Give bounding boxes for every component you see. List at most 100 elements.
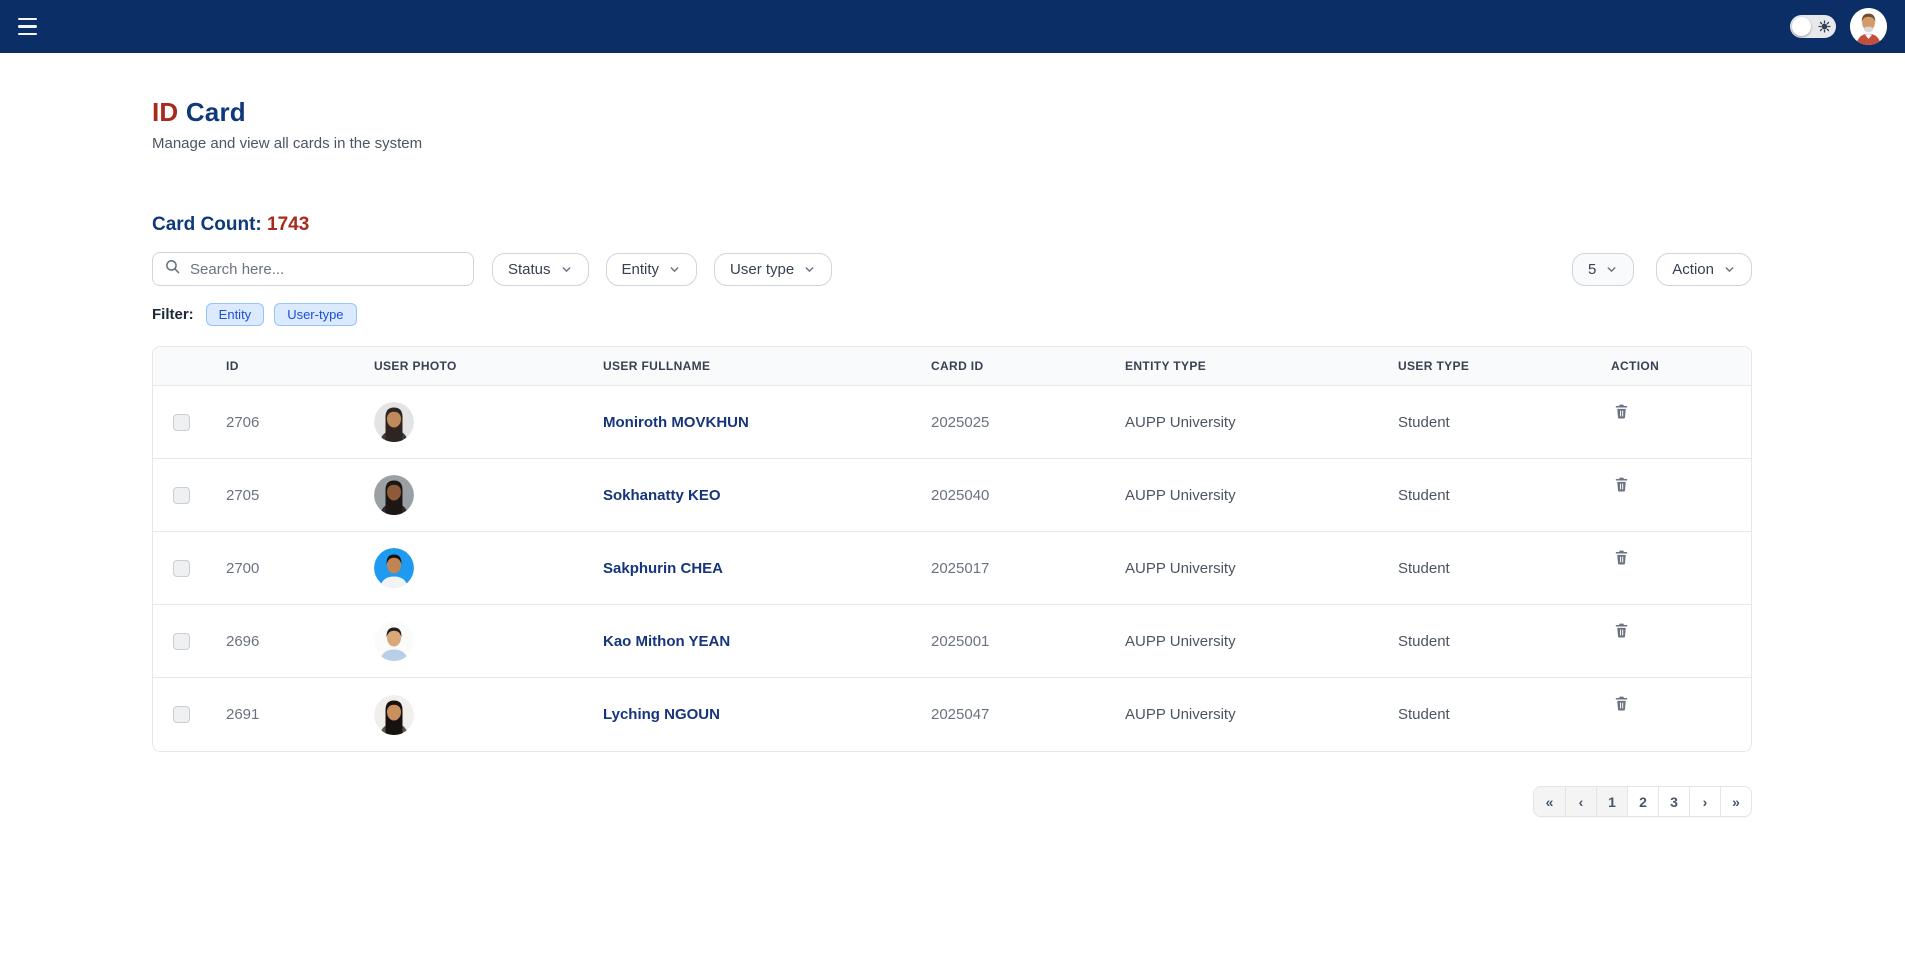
chevron-down-icon xyxy=(670,266,679,272)
page-title-prefix: ID xyxy=(152,97,179,127)
row-checkbox[interactable] xyxy=(173,559,190,577)
cell-id: 2706 xyxy=(226,413,260,431)
page-size-value: 5 xyxy=(1587,260,1597,278)
header-user-photo: USER PHOTO xyxy=(374,359,457,373)
entity-dropdown[interactable]: Entity xyxy=(605,252,698,286)
search-input[interactable] xyxy=(190,260,462,278)
chevron-down-icon xyxy=(562,266,570,272)
search-icon xyxy=(164,258,181,280)
top-navbar xyxy=(0,0,1905,53)
cell-action xyxy=(1593,605,1751,644)
cards-table: ID USER PHOTO USER FULLNAME CARD ID ENTI… xyxy=(152,346,1752,752)
pager-prev-button[interactable]: ‹ xyxy=(1565,787,1596,816)
user-type-dropdown[interactable]: User type xyxy=(714,252,833,286)
row-checkbox[interactable] xyxy=(173,486,190,504)
filter-chip-entity[interactable]: Entity xyxy=(205,303,265,326)
cell-user-type: Student xyxy=(1398,706,1450,723)
cell-user-fullname: Moniroth MOVKHUN xyxy=(585,414,913,431)
row-checkbox[interactable] xyxy=(173,706,190,723)
cell-entity-type: AUPP University xyxy=(1125,486,1236,504)
theme-toggle[interactable] xyxy=(1790,15,1836,38)
table-row: 2696 Kao Mithon YEAN 2025001 AUPP Universit… xyxy=(153,605,1751,678)
header-entity-type: ENTITY TYPE xyxy=(1125,359,1207,373)
cell-entity-type: AUPP University xyxy=(1125,706,1236,723)
cell-card-id: 2025001 xyxy=(931,632,990,650)
action-dropdown[interactable]: Action xyxy=(1656,252,1752,286)
page-size-select[interactable]: 5 xyxy=(1571,252,1635,286)
cell-card-id: 2025025 xyxy=(931,413,990,431)
user-avatar[interactable] xyxy=(1850,8,1887,45)
cell-user-photo xyxy=(356,694,585,735)
trash-icon xyxy=(1613,623,1630,642)
cell-entity-type: AUPP University xyxy=(1125,559,1236,577)
cell-id: 2691 xyxy=(226,706,260,723)
cell-user-photo xyxy=(356,475,585,515)
cell-user-type: Student xyxy=(1398,632,1450,650)
cell-user-photo xyxy=(356,548,585,588)
delete-button[interactable] xyxy=(1611,473,1632,498)
page-title: ID Card xyxy=(152,97,1752,128)
table-row: 2706 Moniroth MOVKHUN 2025025 AUPP Universi… xyxy=(153,386,1751,459)
cell-action xyxy=(1593,532,1751,571)
delete-button[interactable] xyxy=(1611,692,1632,717)
hamburger-menu-icon[interactable] xyxy=(18,14,44,40)
card-count: Card Count: 1743 xyxy=(152,214,1752,236)
row-checkbox-cell xyxy=(153,486,208,504)
header-id: ID xyxy=(226,359,239,373)
page-title-suffix: Card xyxy=(178,97,246,127)
entity-dropdown-label: Entity xyxy=(621,260,660,278)
user-photo xyxy=(374,402,414,442)
row-checkbox[interactable] xyxy=(173,413,190,431)
controls-row: Status Entity User type 5 Action xyxy=(152,252,1752,286)
cell-user-fullname: Sakphurin CHEA xyxy=(585,560,913,577)
pager-last-button[interactable]: » xyxy=(1720,787,1751,816)
table-body: 2706 Moniroth MOVKHUN 2025025 AUPP Universi… xyxy=(153,386,1751,751)
cell-user-photo xyxy=(356,621,585,661)
pager-first-button[interactable]: « xyxy=(1534,787,1565,816)
header-user-fullname: USER FULLNAME xyxy=(603,359,711,373)
user-photo xyxy=(374,475,414,515)
cell-id: 2705 xyxy=(226,486,260,504)
filter-label: Filter: xyxy=(152,306,194,323)
sun-icon xyxy=(1818,19,1831,38)
table-row: 2691 Lyching NGOUN 2025047 AUPP University S… xyxy=(153,678,1751,751)
pagination-bar: « ‹ 1 2 3 › » xyxy=(152,786,1752,817)
cell-entity-type: AUPP University xyxy=(1125,632,1236,650)
row-checkbox-cell xyxy=(153,413,208,431)
user-photo xyxy=(374,548,414,588)
cell-user-photo xyxy=(356,402,585,442)
toggle-knob xyxy=(1792,17,1811,36)
cell-action xyxy=(1593,386,1751,425)
row-checkbox-cell xyxy=(153,559,208,577)
user-fullname-link[interactable]: Sokhanatty KEO xyxy=(603,487,721,504)
filter-dropdowns: Status Entity User type xyxy=(492,252,833,286)
trash-icon xyxy=(1613,696,1630,715)
cell-action xyxy=(1593,678,1751,717)
user-fullname-link[interactable]: Sakphurin CHEA xyxy=(603,560,723,577)
status-dropdown-label: Status xyxy=(508,260,551,278)
delete-button[interactable] xyxy=(1611,400,1632,425)
pager-page-1-current[interactable]: 1 xyxy=(1596,787,1627,816)
trash-icon xyxy=(1613,404,1630,423)
row-checkbox[interactable] xyxy=(173,632,190,650)
user-type-dropdown-label: User type xyxy=(730,260,795,278)
cell-entity-type: AUPP University xyxy=(1125,413,1236,431)
cell-user-type: Student xyxy=(1398,486,1450,504)
filter-chip-user-type[interactable]: User-type xyxy=(274,303,357,326)
pager-page-3[interactable]: 3 xyxy=(1658,787,1689,816)
pager: « ‹ 1 2 3 › » xyxy=(1533,786,1752,817)
chevron-down-icon xyxy=(1725,266,1734,272)
status-dropdown[interactable]: Status xyxy=(492,252,589,286)
user-fullname-link[interactable]: Moniroth MOVKHUN xyxy=(603,414,749,431)
header-action: ACTION xyxy=(1611,359,1660,373)
user-photo xyxy=(374,694,414,735)
pager-next-button[interactable]: › xyxy=(1689,787,1720,816)
chevron-down-icon xyxy=(805,266,814,272)
user-fullname-link[interactable]: Kao Mithon YEAN xyxy=(603,633,730,650)
pager-page-2[interactable]: 2 xyxy=(1627,787,1658,816)
delete-button[interactable] xyxy=(1611,619,1632,644)
active-filters-row: Filter: Entity User-type xyxy=(152,303,1752,326)
delete-button[interactable] xyxy=(1611,546,1632,571)
cell-user-fullname: Kao Mithon YEAN xyxy=(585,633,913,650)
user-fullname-link[interactable]: Lyching NGOUN xyxy=(603,706,720,723)
